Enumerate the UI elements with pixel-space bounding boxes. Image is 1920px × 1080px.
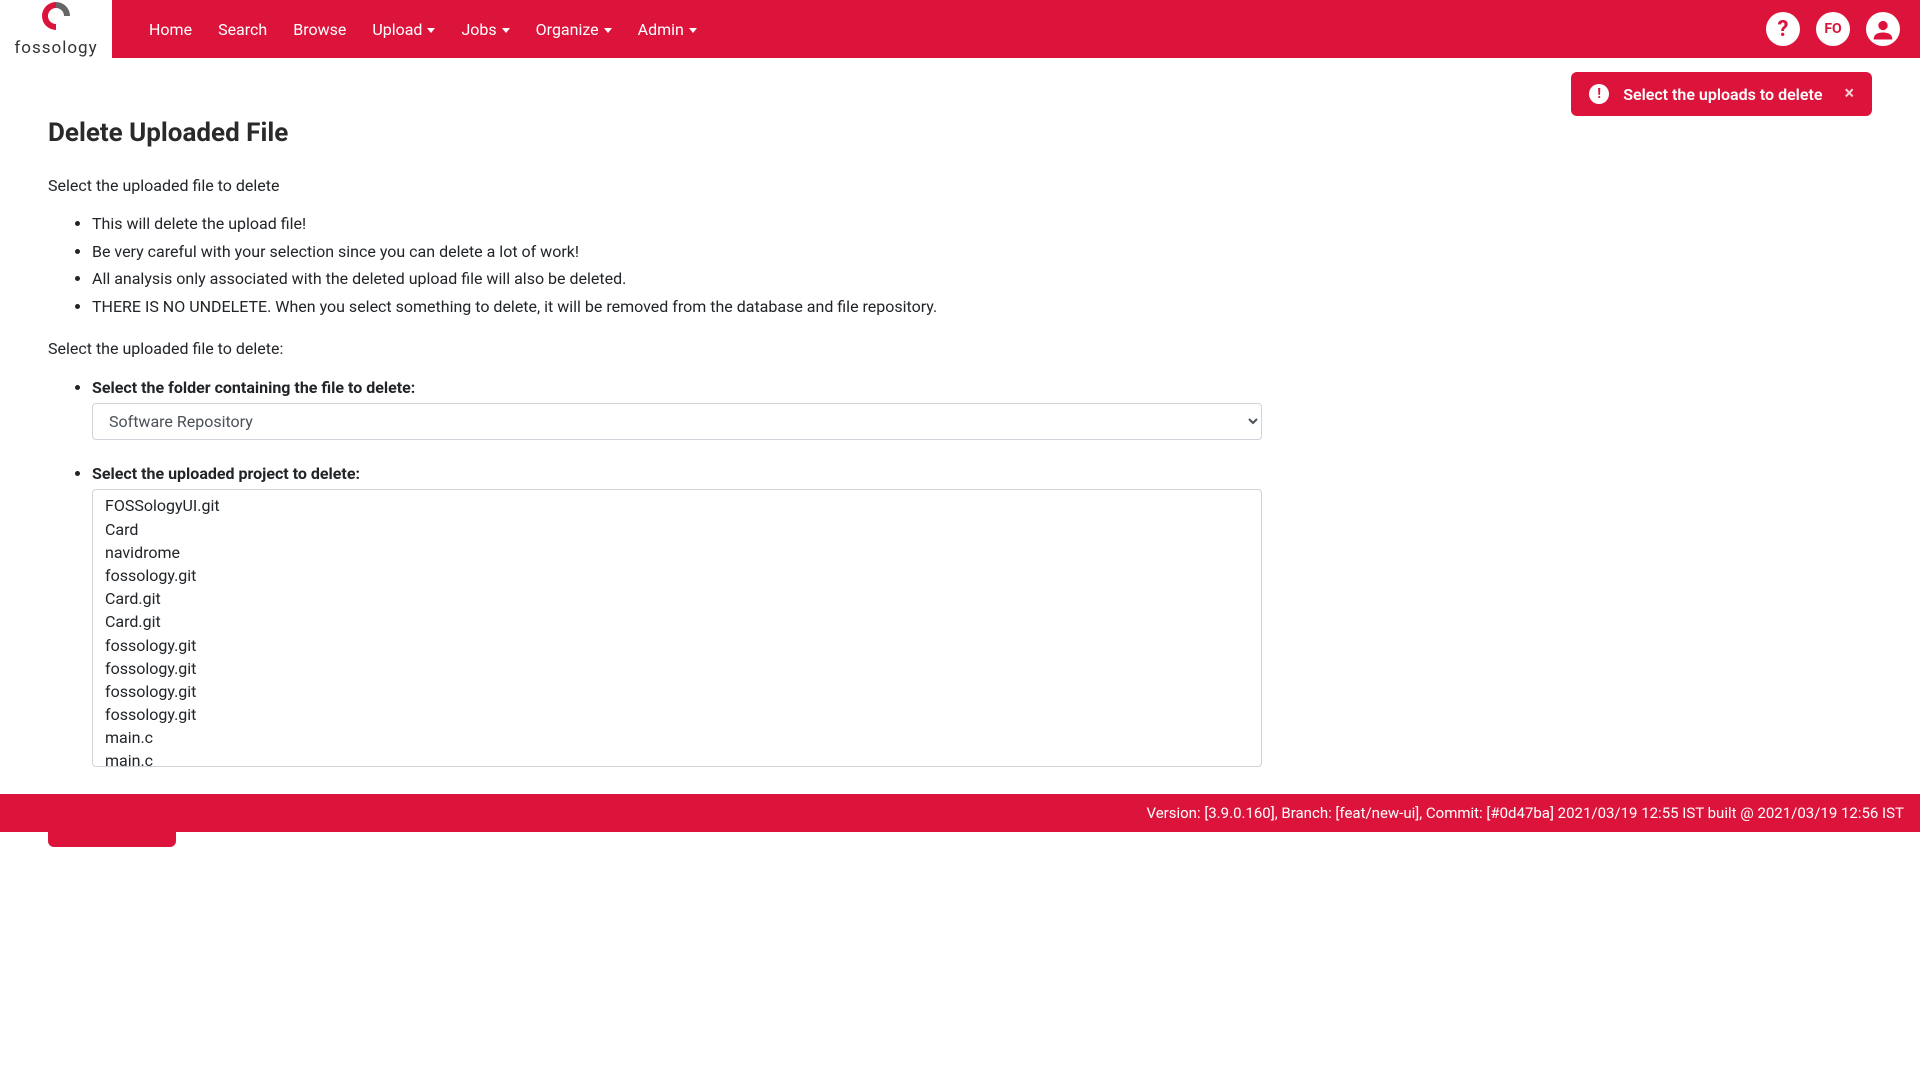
- nav-label: Browse: [293, 20, 346, 39]
- chevron-down-icon: [604, 28, 612, 33]
- header: fossology Home Search Browse Upload Jobs…: [0, 0, 1920, 58]
- nav-home[interactable]: Home: [136, 12, 205, 47]
- header-right: ? FO: [1766, 12, 1920, 46]
- nav-upload[interactable]: Upload: [359, 12, 448, 47]
- list-item[interactable]: Card.git: [93, 610, 1261, 633]
- nav-jobs[interactable]: Jobs: [448, 12, 522, 47]
- upload-label: Select the uploaded project to delete:: [92, 464, 1872, 483]
- chevron-down-icon: [427, 28, 435, 33]
- list-item[interactable]: fossology.git: [93, 634, 1261, 657]
- chevron-down-icon: [502, 28, 510, 33]
- nav-label: Upload: [372, 20, 422, 39]
- close-icon[interactable]: ×: [1844, 85, 1854, 103]
- sub-heading: Select the uploaded file to delete:: [48, 339, 1872, 358]
- user-badge[interactable]: FO: [1816, 12, 1850, 46]
- list-item[interactable]: FOSSologyUI.git: [93, 490, 1261, 517]
- list-item[interactable]: fossology.git: [93, 703, 1261, 726]
- list-item[interactable]: Card.git: [93, 587, 1261, 610]
- page-title: Delete Uploaded File: [48, 118, 1872, 148]
- intro-text: Select the uploaded file to delete: [48, 176, 1872, 195]
- nav-label: Search: [218, 20, 267, 39]
- nav-browse[interactable]: Browse: [280, 12, 359, 47]
- alert-icon: !: [1589, 84, 1609, 104]
- warning-list: This will delete the upload file! Be ver…: [48, 211, 1872, 319]
- list-item[interactable]: main.c: [93, 749, 1261, 767]
- nav-label: Jobs: [461, 20, 496, 39]
- warning-item: THERE IS NO UNDELETE. When you select so…: [92, 294, 1872, 320]
- chevron-down-icon: [689, 28, 697, 33]
- list-item[interactable]: Card: [93, 518, 1261, 541]
- alert-toast: ! Select the uploads to delete ×: [1571, 72, 1872, 116]
- list-item[interactable]: fossology.git: [93, 564, 1261, 587]
- nav-label: Organize: [536, 20, 599, 39]
- warning-item: Be very careful with your selection sinc…: [92, 239, 1872, 265]
- nav: Home Search Browse Upload Jobs Organize …: [112, 12, 710, 47]
- brand-text: fossology: [14, 38, 97, 58]
- warning-item: All analysis only associated with the de…: [92, 266, 1872, 292]
- list-item[interactable]: fossology.git: [93, 680, 1261, 703]
- nav-admin[interactable]: Admin: [625, 12, 710, 47]
- help-icon[interactable]: ?: [1766, 12, 1800, 46]
- nav-search[interactable]: Search: [205, 12, 280, 47]
- footer: Version: [3.9.0.160], Branch: [feat/new-…: [0, 794, 1920, 832]
- alert-text: Select the uploads to delete: [1623, 85, 1822, 104]
- nav-label: Home: [149, 20, 192, 39]
- list-item[interactable]: main.c: [93, 726, 1261, 749]
- nav-organize[interactable]: Organize: [523, 12, 625, 47]
- fossology-logo-icon: [40, 0, 72, 32]
- logo-area[interactable]: fossology: [0, 0, 112, 58]
- nav-label: Admin: [638, 20, 684, 39]
- upload-field: Select the uploaded project to delete: F…: [92, 464, 1872, 767]
- list-item[interactable]: navidrome: [93, 541, 1261, 564]
- main-content: Delete Uploaded File Select the uploaded…: [0, 58, 1920, 847]
- folder-field: Select the folder containing the file to…: [92, 378, 1872, 440]
- profile-icon[interactable]: [1866, 12, 1900, 46]
- form-list: Select the folder containing the file to…: [48, 378, 1872, 767]
- uploads-listbox[interactable]: FOSSologyUI.git Card navidrome fossology…: [92, 489, 1262, 767]
- warning-item: This will delete the upload file!: [92, 211, 1872, 237]
- folder-select[interactable]: Software Repository: [92, 403, 1262, 440]
- folder-label: Select the folder containing the file to…: [92, 378, 1872, 397]
- list-item[interactable]: fossology.git: [93, 657, 1261, 680]
